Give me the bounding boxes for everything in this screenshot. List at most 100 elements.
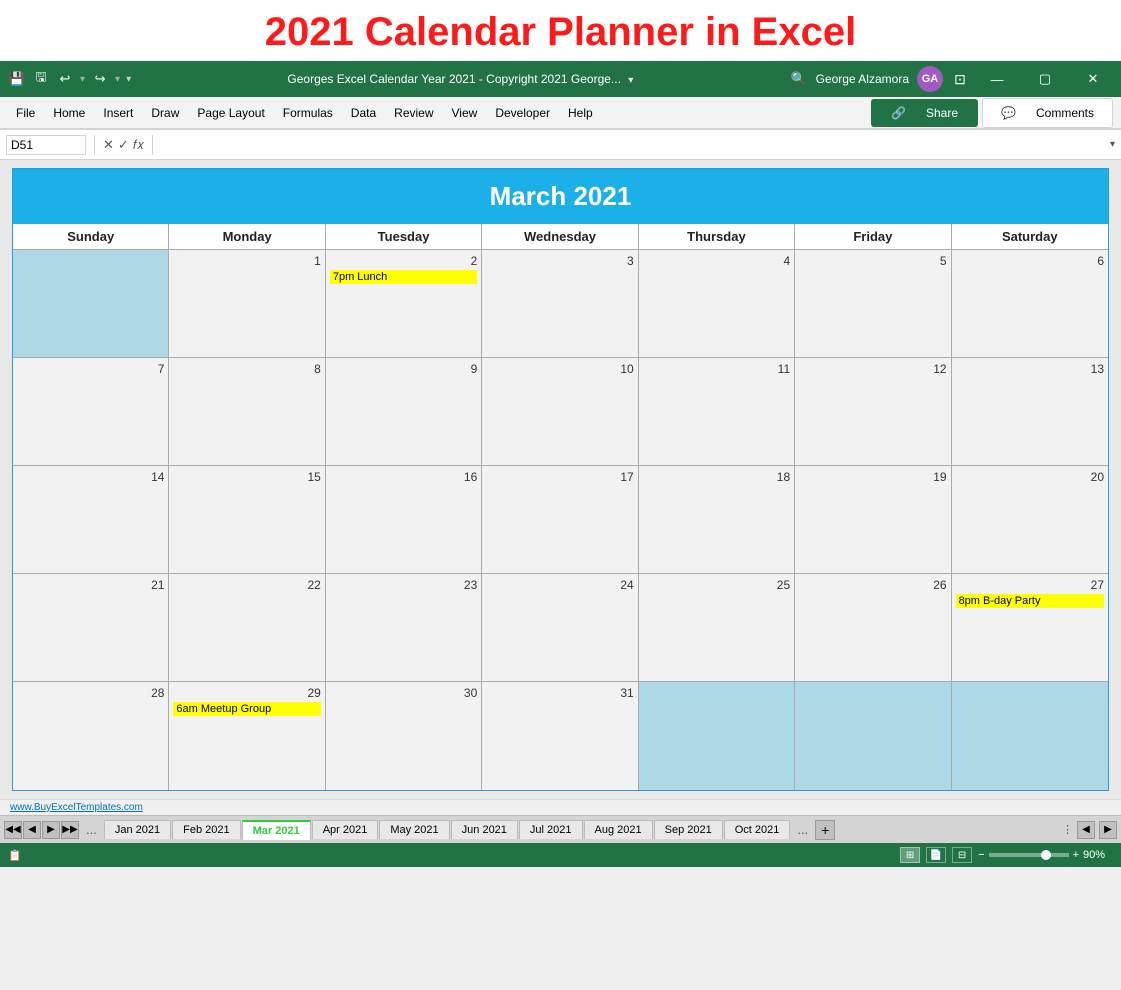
cal-cell-28[interactable]: 28 bbox=[13, 682, 169, 790]
minimize-button[interactable]: — bbox=[977, 61, 1017, 97]
page-break-view-button[interactable]: ⊟ bbox=[952, 847, 972, 863]
cal-cell-empty-3[interactable] bbox=[795, 682, 951, 790]
tab-feb-2021[interactable]: Feb 2021 bbox=[172, 820, 240, 839]
cal-cell-22[interactable]: 22 bbox=[169, 574, 325, 682]
menu-formulas[interactable]: Formulas bbox=[275, 103, 341, 123]
menu-draw[interactable]: Draw bbox=[143, 103, 187, 123]
tab-jan-2021[interactable]: Jan 2021 bbox=[104, 820, 171, 839]
redo-icon[interactable]: ↪ bbox=[91, 70, 109, 88]
share-button[interactable]: 🔗 Share bbox=[871, 99, 978, 127]
cal-cell-2[interactable]: 2 7pm Lunch bbox=[326, 250, 482, 358]
cal-event-29[interactable]: 6am Meetup Group bbox=[173, 702, 320, 716]
tab-apr-2021[interactable]: Apr 2021 bbox=[312, 820, 379, 839]
cal-cell-6[interactable]: 6 bbox=[952, 250, 1108, 358]
tab-nav-first[interactable]: ◀◀ bbox=[4, 821, 22, 839]
excel-titlebar: 💾 🖫 ↩ ▾ ↪ ▾ ▾ Georges Excel Calendar Yea… bbox=[0, 61, 1121, 97]
cal-cell-5[interactable]: 5 bbox=[795, 250, 951, 358]
cal-cell-1[interactable]: 1 bbox=[169, 250, 325, 358]
save-icon[interactable]: 💾 bbox=[8, 70, 26, 88]
zoom-control[interactable]: − + 90% bbox=[978, 849, 1113, 861]
cal-cell-12[interactable]: 12 bbox=[795, 358, 951, 466]
tab-oct-2021[interactable]: Oct 2021 bbox=[724, 820, 791, 839]
tab-may-2021[interactable]: May 2021 bbox=[379, 820, 449, 839]
cal-cell-17[interactable]: 17 bbox=[482, 466, 638, 574]
maximize-button[interactable]: ▢ bbox=[1025, 61, 1065, 97]
insert-function-icon[interactable]: 𝑓𝑥 bbox=[133, 137, 144, 153]
zoom-slider-track[interactable] bbox=[989, 853, 1069, 857]
normal-view-button[interactable]: ⊞ bbox=[900, 847, 920, 863]
cal-cell-8[interactable]: 8 bbox=[169, 358, 325, 466]
zoom-minus-icon[interactable]: − bbox=[978, 849, 984, 861]
cal-cell-3[interactable]: 3 bbox=[482, 250, 638, 358]
menu-review[interactable]: Review bbox=[386, 103, 441, 123]
tab-jun-2021[interactable]: Jun 2021 bbox=[451, 820, 518, 839]
cal-cell-11[interactable]: 11 bbox=[639, 358, 795, 466]
formula-expand-icon[interactable]: ▾ bbox=[1110, 139, 1115, 150]
cal-cell-empty-1[interactable] bbox=[13, 250, 169, 358]
cal-cell-27[interactable]: 27 8pm B-day Party bbox=[952, 574, 1108, 682]
tab-mar-2021[interactable]: Mar 2021 bbox=[242, 820, 311, 840]
search-icon[interactable]: 🔍 bbox=[790, 70, 808, 88]
cal-cell-20[interactable]: 20 bbox=[952, 466, 1108, 574]
cal-cell-7[interactable]: 7 bbox=[13, 358, 169, 466]
menu-view[interactable]: View bbox=[444, 103, 486, 123]
zoom-plus-icon[interactable]: + bbox=[1073, 849, 1079, 861]
add-sheet-button[interactable]: + bbox=[815, 820, 835, 840]
tab-scroll-icon[interactable]: ⋮ bbox=[1062, 823, 1073, 836]
cal-cell-23[interactable]: 23 bbox=[326, 574, 482, 682]
cal-event-2[interactable]: 7pm Lunch bbox=[330, 270, 477, 284]
website-link[interactable]: www.BuyExcelTemplates.com bbox=[10, 802, 143, 813]
confirm-formula-icon[interactable]: ✓ bbox=[118, 137, 129, 153]
cal-cell-empty-4[interactable] bbox=[952, 682, 1108, 790]
user-avatar[interactable]: GA bbox=[917, 66, 943, 92]
tab-scroll-left[interactable]: ◀ bbox=[1077, 821, 1095, 839]
tab-jul-2021[interactable]: Jul 2021 bbox=[519, 820, 583, 839]
cal-cell-25[interactable]: 25 bbox=[639, 574, 795, 682]
tab-nav-prev[interactable]: ◀ bbox=[23, 821, 41, 839]
cancel-formula-icon[interactable]: ✕ bbox=[103, 137, 114, 153]
cal-cell-19[interactable]: 19 bbox=[795, 466, 951, 574]
page-layout-view-button[interactable]: 📄 bbox=[926, 847, 946, 863]
formula-input[interactable] bbox=[161, 138, 1106, 152]
tabs-dots-left[interactable]: ... bbox=[80, 819, 103, 840]
cal-cell-31[interactable]: 31 bbox=[482, 682, 638, 790]
tab-aug-2021[interactable]: Aug 2021 bbox=[584, 820, 653, 839]
cal-event-27[interactable]: 8pm B-day Party bbox=[956, 594, 1104, 608]
day-monday: Monday bbox=[169, 224, 325, 249]
menu-data[interactable]: Data bbox=[343, 103, 384, 123]
tab-scroll-right[interactable]: ▶ bbox=[1099, 821, 1117, 839]
menu-help[interactable]: Help bbox=[560, 103, 601, 123]
cal-cell-14[interactable]: 14 bbox=[13, 466, 169, 574]
undo-icon[interactable]: ↩ bbox=[56, 70, 74, 88]
cal-cell-15[interactable]: 15 bbox=[169, 466, 325, 574]
menu-home[interactable]: Home bbox=[45, 103, 93, 123]
cal-cell-18[interactable]: 18 bbox=[639, 466, 795, 574]
cell-reference-input[interactable] bbox=[6, 135, 86, 155]
tabs-dots-right[interactable]: ... bbox=[791, 819, 814, 840]
cal-cell-30[interactable]: 30 bbox=[326, 682, 482, 790]
menu-insert[interactable]: Insert bbox=[95, 103, 141, 123]
cal-cell-empty-2[interactable] bbox=[639, 682, 795, 790]
title-dropdown-icon[interactable]: ▾ bbox=[628, 75, 633, 86]
cal-cell-24[interactable]: 24 bbox=[482, 574, 638, 682]
save-copy-icon[interactable]: 🖫 bbox=[32, 70, 50, 88]
zoom-slider-thumb[interactable] bbox=[1041, 850, 1051, 860]
menu-page-layout[interactable]: Page Layout bbox=[189, 103, 272, 123]
cal-cell-4[interactable]: 4 bbox=[639, 250, 795, 358]
cal-cell-29[interactable]: 29 6am Meetup Group bbox=[169, 682, 325, 790]
cal-cell-16[interactable]: 16 bbox=[326, 466, 482, 574]
ribbon-menu-bar: File Home Insert Draw Page Layout Formul… bbox=[0, 97, 1121, 129]
comments-button[interactable]: 💬 Comments bbox=[982, 98, 1113, 128]
menu-developer[interactable]: Developer bbox=[487, 103, 558, 123]
menu-file[interactable]: File bbox=[8, 103, 43, 123]
tab-nav-last[interactable]: ▶▶ bbox=[61, 821, 79, 839]
cal-cell-13[interactable]: 13 bbox=[952, 358, 1108, 466]
tab-sep-2021[interactable]: Sep 2021 bbox=[654, 820, 723, 839]
cal-cell-26[interactable]: 26 bbox=[795, 574, 951, 682]
restore-icon[interactable]: ⊡ bbox=[951, 70, 969, 88]
tab-nav-next[interactable]: ▶ bbox=[42, 821, 60, 839]
cal-cell-10[interactable]: 10 bbox=[482, 358, 638, 466]
cal-cell-9[interactable]: 9 bbox=[326, 358, 482, 466]
close-button[interactable]: ✕ bbox=[1073, 61, 1113, 97]
cal-cell-21[interactable]: 21 bbox=[13, 574, 169, 682]
